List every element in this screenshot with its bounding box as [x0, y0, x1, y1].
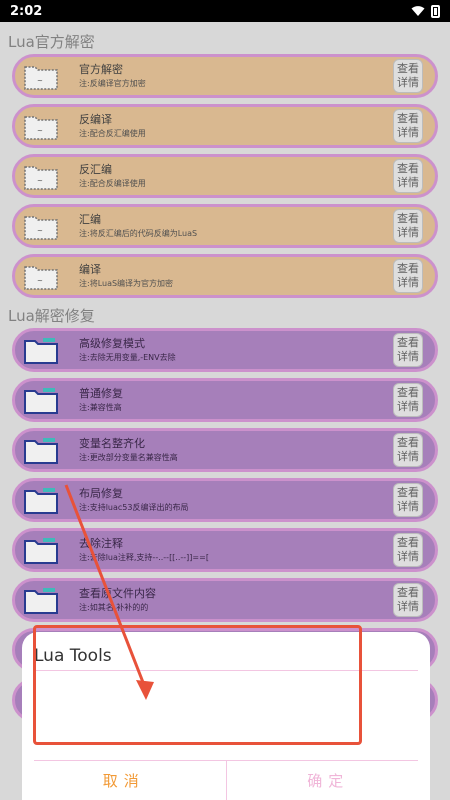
- status-time: 2:02: [10, 3, 43, 19]
- dialog-actions: 取消 确定: [22, 760, 430, 800]
- battery-icon: [431, 4, 440, 18]
- status-icons: [411, 4, 440, 18]
- wifi-icon: [411, 6, 425, 16]
- cancel-button[interactable]: 取消: [22, 760, 226, 800]
- status-bar: 2:02: [0, 0, 450, 22]
- ok-button[interactable]: 确定: [225, 760, 431, 800]
- annotation-box: [33, 625, 362, 745]
